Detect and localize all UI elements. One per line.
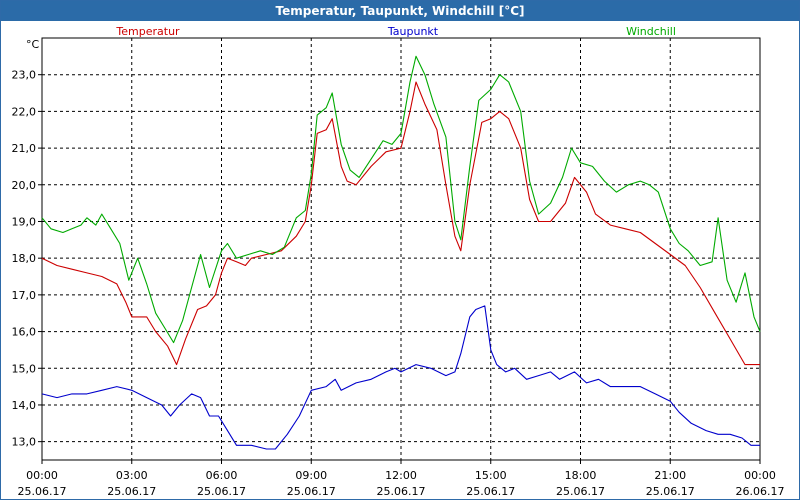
y-tick-label: 16,0	[12, 326, 37, 339]
x-tick-date: 25.06.17	[197, 485, 246, 498]
y-tick-label: 14,0	[12, 399, 37, 412]
x-tick-time: 18:00	[565, 469, 597, 482]
y-tick-label: 18,0	[12, 252, 37, 265]
x-tick-date: 25.06.17	[107, 485, 156, 498]
legend-windchill: Windchill	[626, 25, 676, 38]
y-tick-label: 23,0	[12, 69, 37, 82]
x-tick-date: 26.06.17	[736, 485, 785, 498]
y-tick-label: 15,0	[12, 362, 37, 375]
x-tick-time: 21:00	[654, 469, 686, 482]
y-tick-label: 19,0	[12, 215, 37, 228]
x-tick-time: 06:00	[206, 469, 238, 482]
line-chart: 13,0 14,0 15,0 16,0 17,0 18,0 19,0 20,0 21,0 22,0…	[12, 25, 785, 498]
y-tick-label: 21,0	[12, 142, 37, 155]
y-tick-label: 22,0	[12, 105, 37, 118]
y-axis-unit: °C	[26, 38, 40, 51]
x-tick-date: 25.06.17	[646, 485, 695, 498]
y-tick-label: 20,0	[12, 179, 37, 192]
x-tick-date: 25.06.17	[466, 485, 515, 498]
x-tick-time: 03:00	[116, 469, 148, 482]
legend: Temperatur Taupunkt Windchill	[115, 25, 676, 38]
x-tick-time: 00:00	[744, 469, 776, 482]
x-tick-time: 15:00	[475, 469, 507, 482]
x-tick-date: 25.06.17	[377, 485, 426, 498]
x-axis-ticks: 00:00 25.06.17 03:00 25.06.17 06:00 25.06.17 0…	[18, 460, 785, 498]
x-tick-date: 25.06.17	[556, 485, 605, 498]
y-axis-ticks: 13,0 14,0 15,0 16,0 17,0 18,0 19,0 20,0 21,0 22,0…	[12, 69, 42, 449]
x-tick-time: 12:00	[385, 469, 417, 482]
x-tick-date: 25.06.17	[18, 485, 67, 498]
x-tick-time: 00:00	[26, 469, 58, 482]
y-tick-label: 17,0	[12, 289, 37, 302]
y-tick-label: 13,0	[12, 436, 37, 449]
x-tick-date: 25.06.17	[287, 485, 336, 498]
legend-temperatur: Temperatur	[115, 25, 180, 38]
x-tick-time: 09:00	[295, 469, 327, 482]
legend-taupunkt: Taupunkt	[387, 25, 439, 38]
